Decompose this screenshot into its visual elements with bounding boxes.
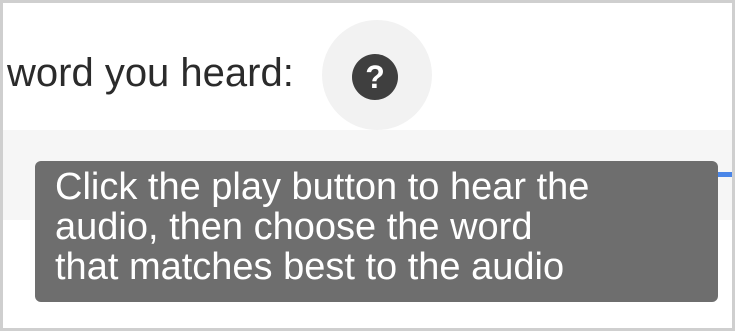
question-prompt: word you heard: (7, 51, 294, 95)
tooltip-line: audio, then choose the word (55, 206, 533, 248)
help-button[interactable]: ? (322, 20, 432, 130)
tooltip-line: Click the play button to hear the (55, 166, 590, 208)
instruction-tooltip: Click the play button to hear the audio,… (35, 161, 718, 302)
tooltip-line: that matches best to the audio (55, 246, 565, 288)
question-row: word you heard: ? (3, 3, 732, 131)
question-circle-icon: ? (352, 54, 398, 100)
screen-frame: word you heard: ? Click the play button … (0, 0, 735, 331)
